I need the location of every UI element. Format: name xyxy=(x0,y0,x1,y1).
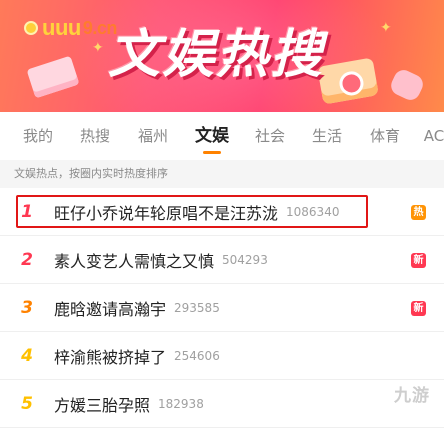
rank-number: 2 xyxy=(21,249,33,270)
tab-label: 社会 xyxy=(254,127,285,145)
tab-label: 文娱 xyxy=(195,126,229,146)
logo-text: uuu xyxy=(42,15,81,40)
list-item[interactable]: 2 素人变艺人需慎之又慎 504293 新 xyxy=(0,236,444,284)
tab-label: 体育 xyxy=(369,127,400,145)
star-icon: ✦ xyxy=(92,40,104,56)
list-item[interactable]: 5 方媛三胎孕照 182938 xyxy=(0,380,444,428)
hot-badge: 热 xyxy=(411,204,426,220)
list-item[interactable]: 1 旺仔小乔说年轮原唱不是汪苏泷 1086340 热 xyxy=(0,188,444,236)
rank-number: 1 xyxy=(21,201,33,222)
heat-count: 1086340 xyxy=(286,204,340,219)
new-badge: 新 xyxy=(411,300,426,316)
tab-label: 我的 xyxy=(22,127,53,145)
tab-label: 生活 xyxy=(311,127,342,145)
logo-icon xyxy=(24,21,38,35)
tab-2[interactable]: 福州 xyxy=(124,112,182,160)
category-tabs: 我的 热搜 福州 文娱 社会 生活 体育 AC xyxy=(0,112,444,160)
rank-number: 3 xyxy=(21,297,33,318)
new-badge: 新 xyxy=(411,252,426,268)
tab-6[interactable]: 体育 xyxy=(356,112,414,160)
banner-title: 文娱热搜 xyxy=(108,25,325,85)
star-icon: ✦ xyxy=(380,20,392,36)
tab-1[interactable]: 热搜 xyxy=(66,112,124,160)
active-tab-indicator xyxy=(203,151,221,154)
heat-count: 182938 xyxy=(158,396,204,411)
list-item[interactable]: 3 鹿晗邀请高瀚宇 293585 新 xyxy=(0,284,444,332)
tab-4[interactable]: 社会 xyxy=(242,112,298,160)
topic-title[interactable]: 素人变艺人需慎之又慎 xyxy=(54,248,214,272)
tab-0[interactable]: 我的 xyxy=(10,112,66,160)
rank-number: 4 xyxy=(21,345,33,366)
topic-title[interactable]: 方媛三胎孕照 xyxy=(54,392,150,416)
tab-3[interactable]: 文娱 xyxy=(182,112,242,160)
trending-list: 1 旺仔小乔说年轮原唱不是汪苏泷 1086340 热 2 素人变艺人需慎之又慎 504293… xyxy=(0,188,444,428)
heat-count: 293585 xyxy=(174,300,220,315)
banner: ✦ ✦ ✦ uuu 9.cn 文娱热搜 xyxy=(0,0,444,112)
list-description: 文娱热点，按圈内实时热度排序 xyxy=(0,160,444,188)
tab-label: 热搜 xyxy=(79,127,110,145)
tab-label: 福州 xyxy=(137,127,168,145)
heat-count: 504293 xyxy=(222,252,268,267)
watermark: 九游 xyxy=(394,386,430,406)
topic-title[interactable]: 鹿晗邀请高瀚宇 xyxy=(54,296,166,320)
tab-7[interactable]: AC xyxy=(414,112,444,160)
tab-5[interactable]: 生活 xyxy=(298,112,356,160)
list-item[interactable]: 4 梓渝熊被挤掉了 254606 xyxy=(0,332,444,380)
rank-number: 5 xyxy=(21,393,33,414)
topic-title[interactable]: 旺仔小乔说年轮原唱不是汪苏泷 xyxy=(54,200,278,224)
hand-illustration xyxy=(387,66,427,104)
topic-title[interactable]: 梓渝熊被挤掉了 xyxy=(54,344,166,368)
tab-label: AC xyxy=(423,127,444,145)
heat-count: 254606 xyxy=(174,348,220,363)
